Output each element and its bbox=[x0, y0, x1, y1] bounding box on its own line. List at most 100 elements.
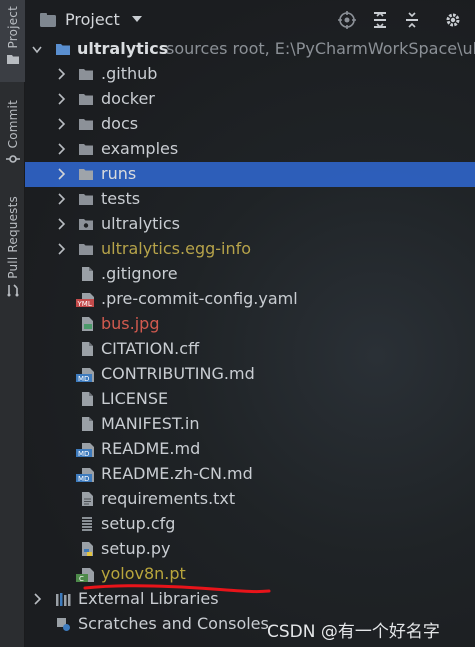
svg-text:MD: MD bbox=[78, 450, 89, 458]
folder-icon bbox=[79, 144, 93, 155]
tree-item-citation[interactable]: CITATION.cff bbox=[25, 337, 475, 362]
tree-root-label: ultralytics bbox=[77, 39, 169, 58]
tree-item-label: docker bbox=[101, 89, 155, 108]
chevron-right-icon[interactable] bbox=[56, 193, 66, 205]
tree-item-label: docs bbox=[101, 114, 139, 133]
commit-icon bbox=[5, 155, 20, 164]
tab-project-label: Project bbox=[5, 6, 20, 49]
tree-item-egg-info[interactable]: ultralytics.egg-info bbox=[25, 237, 475, 262]
panel-header: Project bbox=[25, 0, 475, 40]
tree-root-hint: sources root, E:\PyCharmWorkSpace\ult bbox=[166, 39, 475, 58]
chevron-right-icon[interactable] bbox=[56, 168, 66, 180]
tree-item-label: .gitignore bbox=[101, 264, 178, 283]
project-folder-icon bbox=[40, 13, 56, 27]
red-annotation-underline bbox=[83, 584, 271, 594]
config-file-icon bbox=[82, 517, 92, 531]
tree-root[interactable]: ultralytics sources root, E:\PyCharmWork… bbox=[25, 37, 475, 62]
tree-item-examples[interactable]: examples bbox=[25, 137, 475, 162]
tree-item-label: runs bbox=[101, 164, 137, 183]
tree-item-label: MANIFEST.in bbox=[101, 414, 200, 433]
tree-item-bus-jpg[interactable]: bus.jpg bbox=[25, 312, 475, 337]
chevron-right-icon[interactable] bbox=[56, 143, 66, 155]
chevron-right-icon[interactable] bbox=[56, 68, 66, 80]
tree-item-setup-py[interactable]: setup.py bbox=[25, 537, 475, 562]
library-icon bbox=[56, 593, 71, 606]
chevron-down-icon[interactable] bbox=[32, 44, 42, 56]
tab-project[interactable]: Project bbox=[0, 0, 25, 82]
project-panel: Project ultralytics sources root, E:\PyC… bbox=[25, 0, 475, 647]
tree-item-label: README.md bbox=[101, 439, 201, 458]
markdown-file-icon: MD bbox=[76, 442, 98, 458]
file-icon bbox=[82, 342, 93, 356]
tree-item-label: LICENSE bbox=[101, 389, 169, 408]
folder-icon bbox=[79, 244, 93, 255]
locate-icon[interactable] bbox=[338, 11, 356, 29]
tab-pull-requests[interactable]: Pull Requests bbox=[0, 196, 25, 306]
tree-item-label: ultralytics.egg-info bbox=[101, 239, 252, 258]
pull-request-icon bbox=[7, 284, 18, 297]
folder-icon bbox=[6, 55, 19, 65]
tree-item-label: yolov8n.pt bbox=[101, 564, 186, 583]
tree-item-pre-commit[interactable]: YML .pre-commit-config.yaml bbox=[25, 287, 475, 312]
tree-item-gitignore[interactable]: .gitignore bbox=[25, 262, 475, 287]
tree-item-label: examples bbox=[101, 139, 179, 158]
chevron-right-icon[interactable] bbox=[56, 118, 66, 130]
tree-item-setup-cfg[interactable]: setup.cfg bbox=[25, 512, 475, 537]
tool-window-strip: Project Commit Pull Requests bbox=[0, 0, 25, 647]
tab-commit[interactable]: Commit bbox=[0, 100, 25, 180]
tree-item-docker[interactable]: docker bbox=[25, 87, 475, 112]
source-root-folder-icon bbox=[56, 44, 70, 55]
file-icon bbox=[82, 392, 93, 406]
file-icon bbox=[82, 417, 93, 431]
folder-icon bbox=[79, 169, 93, 180]
expand-all-icon[interactable] bbox=[371, 11, 389, 29]
tree-item-label: .github bbox=[101, 64, 158, 83]
image-file-icon bbox=[82, 317, 93, 331]
tree-item-readme[interactable]: MD README.md bbox=[25, 437, 475, 462]
tree-item-tests[interactable]: tests bbox=[25, 187, 475, 212]
tree-item-label: requirements.txt bbox=[101, 489, 236, 508]
svg-text:MD: MD bbox=[78, 375, 89, 383]
tab-commit-label: Commit bbox=[5, 100, 20, 149]
tree-item-manifest[interactable]: MANIFEST.in bbox=[25, 412, 475, 437]
panel-title[interactable]: Project bbox=[65, 10, 120, 29]
tree-item-label: .pre-commit-config.yaml bbox=[101, 289, 298, 308]
python-file-icon bbox=[82, 542, 93, 556]
folder-icon bbox=[79, 194, 93, 205]
markdown-file-icon: MD bbox=[76, 467, 98, 483]
scratches-icon bbox=[57, 618, 70, 631]
tab-pull-requests-label: Pull Requests bbox=[5, 196, 20, 279]
tree-item-requirements[interactable]: requirements.txt bbox=[25, 487, 475, 512]
package-folder-icon bbox=[79, 219, 93, 230]
tree-item-label: CITATION.cff bbox=[101, 339, 200, 358]
csdn-watermark: CSDN @有一个好名字 bbox=[267, 622, 440, 642]
tree-item-docs[interactable]: docs bbox=[25, 112, 475, 137]
tree-item-ultralytics-package[interactable]: ultralytics bbox=[25, 212, 475, 237]
yaml-file-icon: YML bbox=[76, 292, 98, 308]
tree-item-github[interactable]: .github bbox=[25, 62, 475, 87]
chevron-right-icon[interactable] bbox=[56, 243, 66, 255]
tree-item-runs[interactable]: runs bbox=[25, 162, 475, 187]
tree-item-contributing[interactable]: MD CONTRIBUTING.md bbox=[25, 362, 475, 387]
tree-item-readme-zh[interactable]: MD README.zh-CN.md bbox=[25, 462, 475, 487]
file-icon bbox=[82, 267, 93, 281]
markdown-file-icon: MD bbox=[76, 367, 98, 383]
tree-item-label: Scratches and Consoles bbox=[78, 614, 269, 633]
tree-item-label: ultralytics bbox=[101, 214, 181, 233]
chevron-right-icon[interactable] bbox=[32, 593, 42, 605]
tree-item-label: tests bbox=[101, 189, 141, 208]
collapse-all-icon[interactable] bbox=[403, 11, 421, 29]
tree-item-label: bus.jpg bbox=[101, 314, 160, 333]
tree-item-label: setup.cfg bbox=[101, 514, 176, 533]
gear-icon[interactable] bbox=[444, 11, 462, 29]
chevron-down-icon[interactable] bbox=[131, 14, 143, 24]
folder-icon bbox=[79, 119, 93, 130]
svg-text:YML: YML bbox=[77, 300, 92, 308]
binary-file-icon: C bbox=[76, 567, 98, 583]
text-file-icon bbox=[82, 492, 93, 506]
tree-item-label: CONTRIBUTING.md bbox=[101, 364, 255, 383]
tree-item-license[interactable]: LICENSE bbox=[25, 387, 475, 412]
chevron-right-icon[interactable] bbox=[56, 218, 66, 230]
chevron-right-icon[interactable] bbox=[56, 93, 66, 105]
tree-item-label: README.zh-CN.md bbox=[101, 464, 253, 483]
